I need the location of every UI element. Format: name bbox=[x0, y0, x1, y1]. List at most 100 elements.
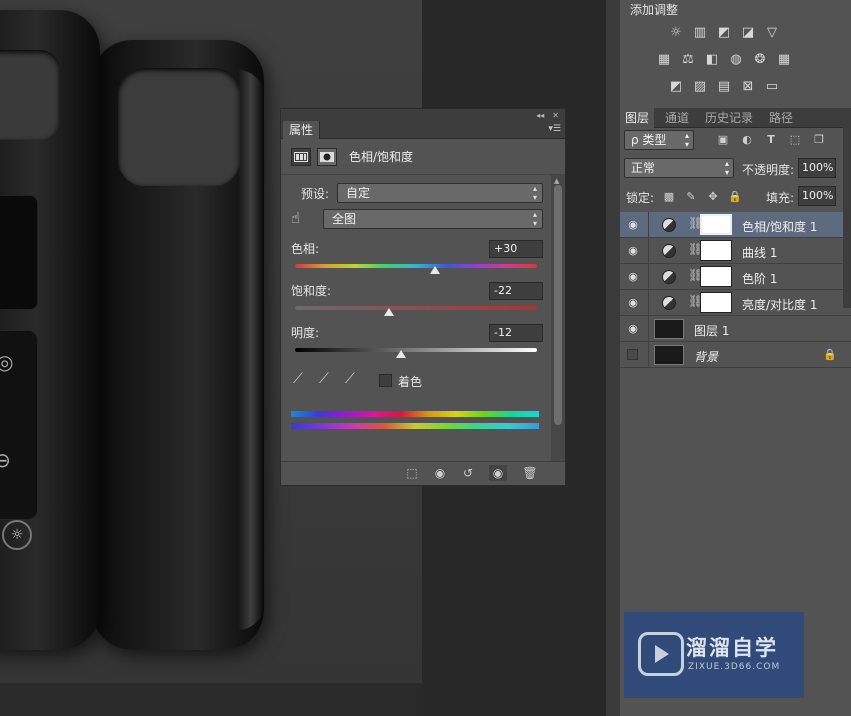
eye-icon[interactable]: ◉ bbox=[626, 296, 640, 310]
layer-filter-dropdown[interactable]: ρ 类型 ▴ ▾ bbox=[624, 130, 694, 150]
threshold-icon[interactable]: ▤ bbox=[716, 80, 732, 94]
visibility-toggle-off[interactable] bbox=[627, 349, 638, 360]
eyedropper-icon[interactable]: ⟋ bbox=[293, 371, 303, 387]
filter-kind: ρ 类型 bbox=[631, 133, 667, 147]
adjustment-layer-icon[interactable] bbox=[291, 147, 311, 166]
levels-icon[interactable]: ▥ bbox=[692, 26, 708, 40]
hue-slider-track[interactable] bbox=[295, 264, 537, 268]
color-lookup-icon[interactable]: ▦ bbox=[776, 53, 792, 67]
blend-mode-dropdown[interactable]: 正常 ▴ ▾ bbox=[624, 158, 734, 178]
on-image-adjust-hand-icon[interactable]: ☝ bbox=[291, 209, 300, 227]
panel-dock-divider[interactable] bbox=[606, 0, 620, 716]
layer-row[interactable]: 背景 🔒 bbox=[620, 342, 851, 368]
scroll-up-icon[interactable]: ▲ bbox=[554, 177, 559, 185]
layer-name: 色相/饱和度 1 bbox=[742, 220, 818, 234]
lock-label: 锁定: bbox=[626, 191, 655, 205]
tab-layers[interactable]: 图层 bbox=[620, 108, 655, 128]
eye-icon[interactable]: ◉ bbox=[626, 322, 640, 336]
gradient-map-icon[interactable]: ▭ bbox=[764, 80, 780, 94]
clip-to-layer-icon[interactable]: ⬚ bbox=[403, 465, 421, 481]
adjustment-layer-glyph bbox=[662, 270, 676, 284]
curves-icon[interactable]: ◩ bbox=[716, 26, 732, 40]
layer-thumbnail[interactable] bbox=[654, 319, 684, 339]
panel-menu-icon[interactable]: ▾☰ bbox=[548, 124, 561, 134]
invert-icon[interactable]: ◩ bbox=[668, 80, 684, 94]
layer-mask-thumbnail[interactable] bbox=[700, 240, 732, 261]
photo-filter-icon[interactable]: ◍ bbox=[728, 53, 744, 67]
layer-row[interactable]: ◉ ⛓ 色阶 1 bbox=[620, 264, 851, 290]
scrollbar-thumb[interactable] bbox=[554, 185, 562, 425]
lightness-value-input[interactable]: -12 bbox=[489, 324, 543, 342]
eye-icon[interactable]: ◉ bbox=[626, 244, 640, 258]
colorize-checkbox[interactable] bbox=[379, 374, 392, 387]
lock-all-icon[interactable]: 🔒 bbox=[728, 190, 742, 204]
filter-pixel-icon[interactable]: ▣ bbox=[716, 133, 730, 147]
delete-icon[interactable]: 🗑 bbox=[521, 465, 539, 481]
divider bbox=[648, 264, 649, 290]
lock-transparent-icon[interactable]: ▩ bbox=[662, 190, 676, 204]
filter-type-icon[interactable]: T bbox=[764, 133, 778, 147]
reset-icon[interactable]: ↺ bbox=[459, 465, 477, 481]
eye-icon[interactable]: ◉ bbox=[626, 270, 640, 284]
layer-mask-thumbnail[interactable] bbox=[700, 266, 732, 287]
tab-paths[interactable]: 路径 bbox=[764, 108, 798, 128]
preset-value: 自定 bbox=[346, 186, 371, 200]
opacity-input[interactable]: 100% bbox=[798, 158, 836, 178]
fill-input[interactable]: 100% bbox=[798, 186, 836, 206]
properties-footer: ⬚ ◉ ↺ ◉ 🗑 bbox=[281, 461, 565, 485]
properties-scrollbar[interactable]: ▲ bbox=[551, 175, 565, 461]
lightness-slider-track[interactable] bbox=[295, 348, 537, 352]
selective-color-icon[interactable]: ⊠ bbox=[740, 80, 756, 94]
collapse-icon[interactable]: ◂◂ bbox=[536, 111, 544, 120]
layer-row[interactable]: ◉ ⛓ 亮度/对比度 1 bbox=[620, 290, 851, 316]
properties-panel[interactable]: ◂◂ ✕ 属性 ▾☰ 色相/饱和度 预设: 自定 ▴ ▾ ☝ 全图 ▴ ▾ 色相: … bbox=[280, 108, 566, 486]
saturation-value-input[interactable]: -22 bbox=[489, 282, 543, 300]
view-previous-state-icon[interactable]: ◉ bbox=[431, 465, 449, 481]
vibrance-icon[interactable]: ▽ bbox=[764, 26, 780, 40]
filter-smart-object-icon[interactable]: ❐ bbox=[812, 133, 826, 147]
layer-row[interactable]: ◉ 图层 1 bbox=[620, 316, 851, 342]
adjustment-layer-glyph bbox=[662, 244, 676, 258]
posterize-icon[interactable]: ▨ bbox=[692, 80, 708, 94]
layer-row[interactable]: ◉ ⛓ 色相/饱和度 1 bbox=[620, 212, 851, 238]
play-logo-icon bbox=[638, 632, 684, 676]
dropdown-arrows-icon: ▴ ▾ bbox=[684, 131, 689, 149]
tab-channels[interactable]: 通道 bbox=[660, 108, 694, 128]
hue-value-input[interactable]: +30 bbox=[489, 240, 543, 258]
close-icon[interactable]: ✕ bbox=[552, 111, 559, 120]
brightness-contrast-icon[interactable]: ☼ bbox=[668, 26, 684, 40]
adjustments-title: 添加调整 bbox=[630, 3, 679, 17]
black-white-icon[interactable]: ◧ bbox=[704, 53, 720, 67]
device-handle bbox=[118, 68, 240, 186]
toggle-visibility-icon[interactable]: ◉ bbox=[489, 465, 507, 481]
filter-adjustment-icon[interactable]: ◐ bbox=[740, 133, 754, 147]
layer-mask-icon[interactable] bbox=[317, 147, 337, 166]
tab-properties[interactable]: 属性 bbox=[283, 121, 321, 139]
tab-history[interactable]: 历史记录 bbox=[700, 108, 758, 128]
layer-thumbnail[interactable] bbox=[654, 345, 684, 365]
filter-shape-icon[interactable]: ⬚ bbox=[788, 133, 802, 147]
lightness-slider-thumb[interactable] bbox=[396, 350, 407, 358]
hue-slider-thumb[interactable] bbox=[430, 266, 441, 274]
channel-dropdown[interactable]: 全图 ▴ ▾ bbox=[323, 209, 543, 229]
lock-image-icon[interactable]: ✎ bbox=[684, 190, 698, 204]
color-balance-icon[interactable]: ⚖ bbox=[680, 53, 696, 67]
eyedropper-plus-icon[interactable]: ⟋ bbox=[319, 371, 329, 387]
layer-mask-thumbnail[interactable] bbox=[700, 214, 732, 235]
preset-dropdown[interactable]: 自定 ▴ ▾ bbox=[337, 183, 543, 203]
layer-name: 色阶 1 bbox=[742, 272, 778, 286]
saturation-slider-track[interactable] bbox=[295, 306, 537, 310]
hue-saturation-icon[interactable]: ▦ bbox=[656, 53, 672, 67]
lock-position-icon[interactable]: ✥ bbox=[706, 190, 720, 204]
channel-mixer-icon[interactable]: ❂ bbox=[752, 53, 768, 67]
layer-mask-thumbnail[interactable] bbox=[700, 292, 732, 313]
exposure-icon[interactable]: ◪ bbox=[740, 26, 756, 40]
properties-titlebar[interactable]: ◂◂ ✕ bbox=[281, 109, 565, 121]
panel-edge-strip bbox=[843, 108, 851, 308]
device-minus-icon: ⊖ bbox=[0, 448, 11, 472]
eyedropper-minus-icon[interactable]: ⟋ bbox=[345, 371, 355, 387]
layer-row[interactable]: ◉ ⛓ 曲线 1 bbox=[620, 238, 851, 264]
eye-icon[interactable]: ◉ bbox=[626, 218, 640, 232]
blend-mode-value: 正常 bbox=[631, 161, 656, 175]
saturation-slider-thumb[interactable] bbox=[384, 308, 395, 316]
